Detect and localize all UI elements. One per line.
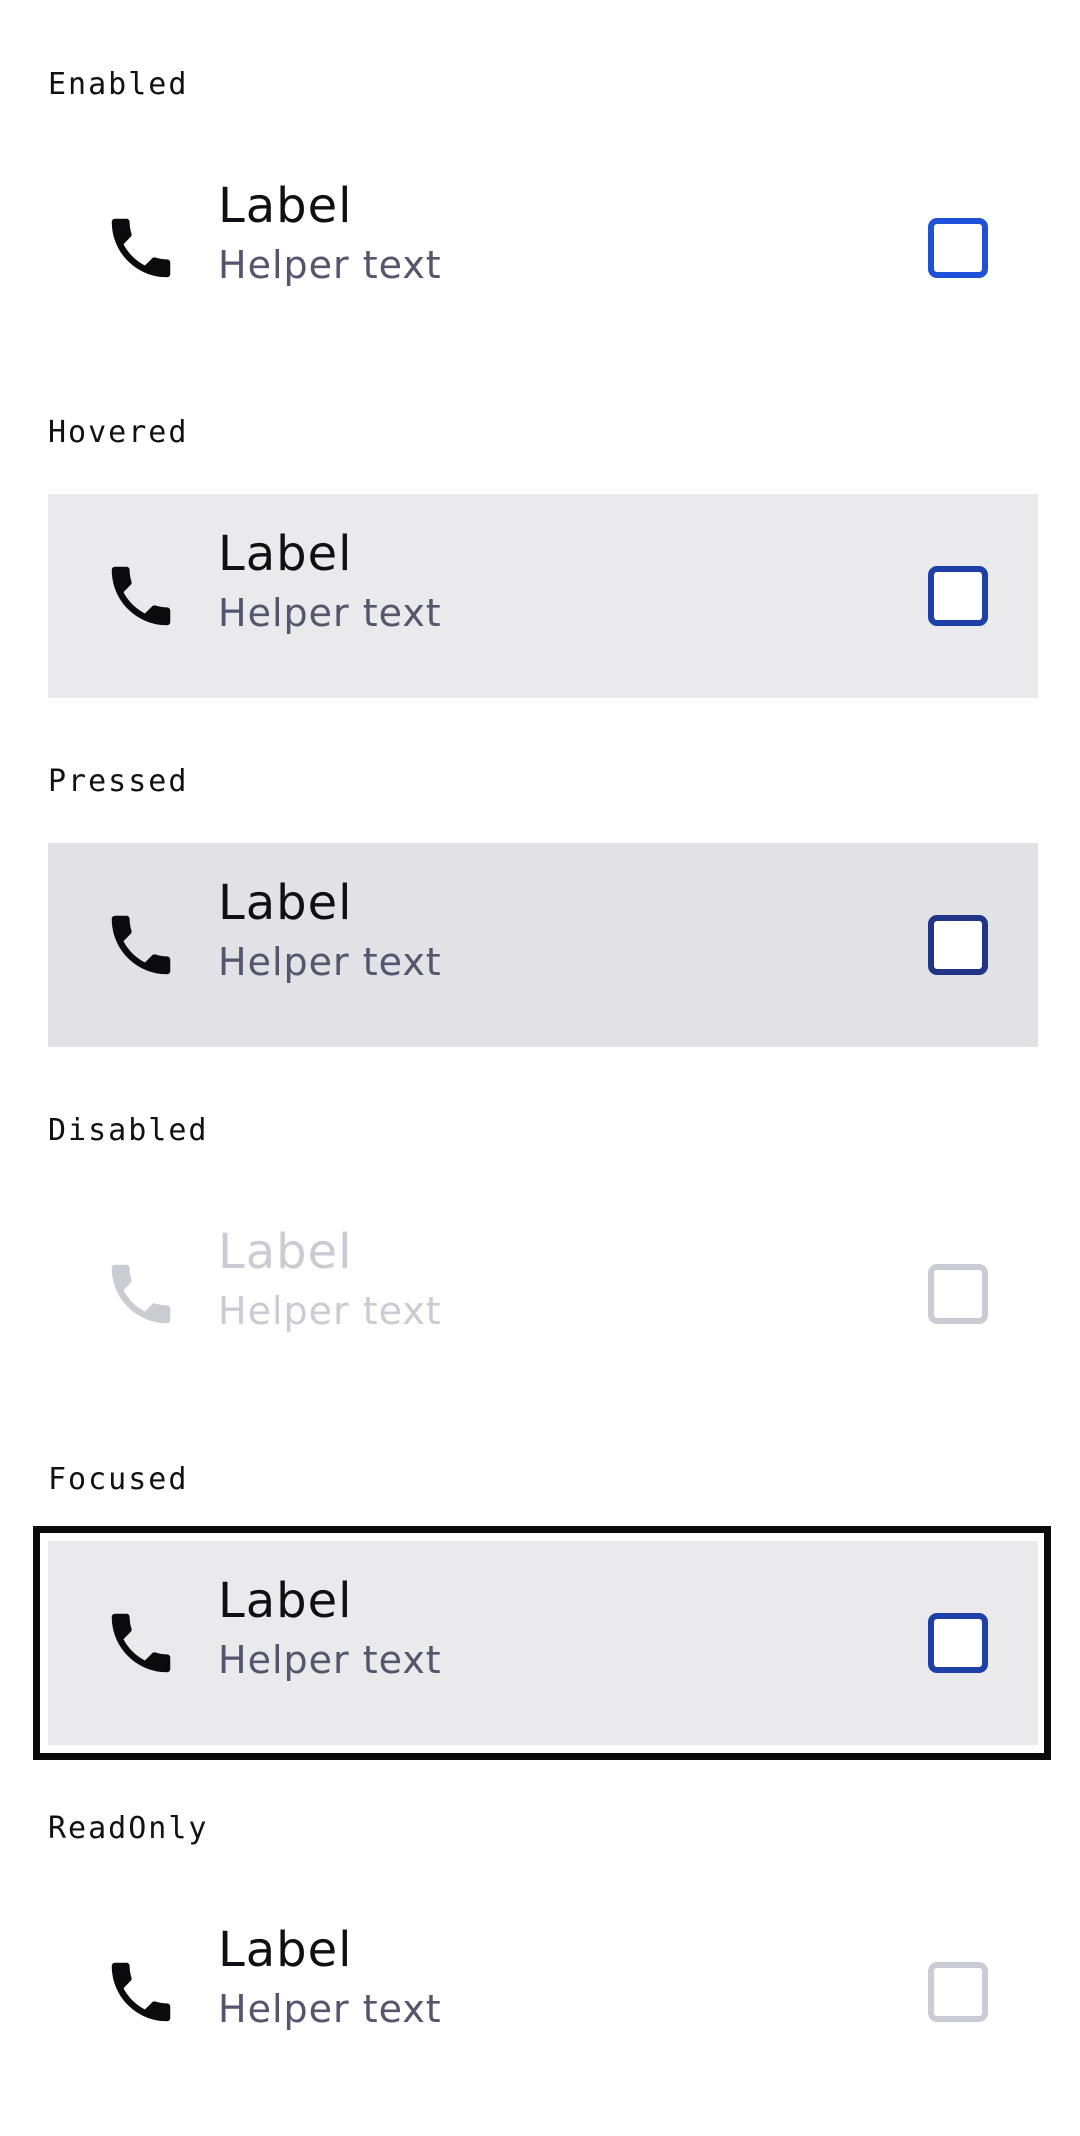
phone-icon xyxy=(102,557,180,635)
state-title-enabled: Enabled xyxy=(48,67,189,102)
phone-icon xyxy=(102,209,180,287)
checkbox xyxy=(928,1264,988,1324)
list-item-helper-text: Helper text xyxy=(218,591,442,635)
phone-icon xyxy=(102,1604,180,1682)
list-item-text: Label Helper text xyxy=(218,873,442,991)
state-title-focused: Focused xyxy=(48,1462,189,1497)
list-item-helper-text: Helper text xyxy=(218,243,442,287)
list-item-helper-text: Helper text xyxy=(218,940,442,984)
list-item-text: Label Helper text xyxy=(218,1571,442,1689)
list-item-helper-text: Helper text xyxy=(218,1638,442,1682)
list-item-helper-text: Helper text xyxy=(218,1987,442,2031)
list-item-text: Label Helper text xyxy=(218,176,442,294)
list-item-label: Label xyxy=(218,1573,353,1629)
phone-icon xyxy=(102,1953,180,2031)
list-item-text: Label Helper text xyxy=(218,1222,442,1340)
list-item-hovered[interactable]: Label Helper text xyxy=(48,494,1038,698)
list-item-label: Label xyxy=(218,526,353,582)
list-item-focused[interactable]: Label Helper text xyxy=(48,1541,1038,1745)
state-title-hovered: Hovered xyxy=(48,415,189,450)
list-item-disabled: Label Helper text xyxy=(48,1192,1038,1396)
list-item-text: Label Helper text xyxy=(218,524,442,642)
list-item-label: Label xyxy=(218,1224,353,1280)
phone-icon xyxy=(102,1255,180,1333)
list-item-text: Label Helper text xyxy=(218,1920,442,2038)
state-title-pressed: Pressed xyxy=(48,764,189,799)
list-item-pressed[interactable]: Label Helper text xyxy=(48,843,1038,1047)
checkbox xyxy=(928,1962,988,2022)
list-item-label: Label xyxy=(218,1922,353,1978)
list-item-label: Label xyxy=(218,875,353,931)
list-item-helper-text: Helper text xyxy=(218,1289,442,1333)
checkbox[interactable] xyxy=(928,1613,988,1673)
state-title-disabled: Disabled xyxy=(48,1113,209,1148)
state-title-readonly: ReadOnly xyxy=(48,1811,209,1846)
checkbox[interactable] xyxy=(928,218,988,278)
list-item-readonly: Label Helper text xyxy=(48,1890,1038,2094)
phone-icon xyxy=(102,906,180,984)
checkbox[interactable] xyxy=(928,566,988,626)
list-item-label: Label xyxy=(218,178,353,234)
checkbox[interactable] xyxy=(928,915,988,975)
list-item-enabled[interactable]: Label Helper text xyxy=(48,146,1038,350)
